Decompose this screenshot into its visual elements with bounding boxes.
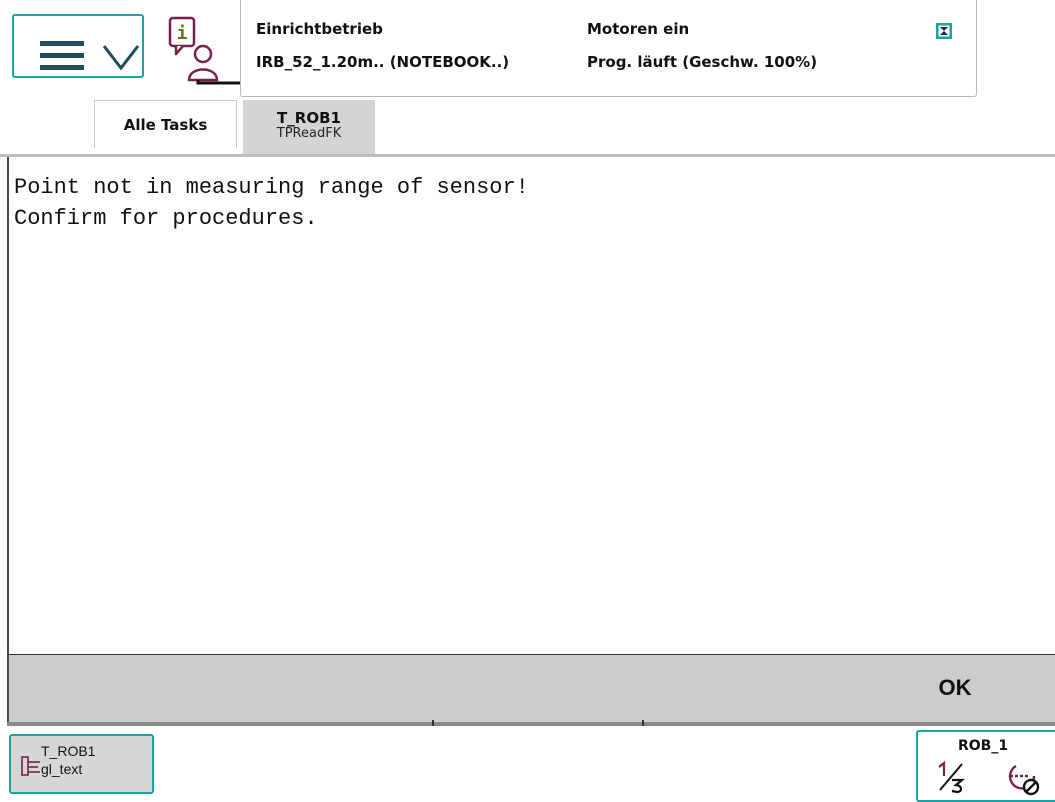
operating-mode: Einrichtbetrieb: [256, 20, 383, 38]
button-bar: [7, 654, 1055, 722]
task-selector-button[interactable]: T_ROB1 gl_text: [9, 734, 154, 794]
program-state: Prog. läuft (Geschw. 100%): [587, 53, 818, 71]
message-area: Point not in measuring range of sensor! …: [7, 157, 1055, 654]
main-menu-button[interactable]: [12, 14, 144, 78]
mechanical-unit-button[interactable]: ROB_1: [916, 730, 1055, 802]
button-divider: [642, 720, 644, 726]
motor-state: Motoren ein: [587, 20, 690, 38]
status-panel[interactable]: Einrichtbetrieb IRB_52_1.20m.. (NOTEBOOK…: [240, 0, 977, 97]
svg-text:i: i: [177, 23, 188, 44]
message-line: Point not in measuring range of sensor!: [14, 175, 529, 200]
task-program-icon: [21, 756, 40, 776]
ok-button[interactable]: OK: [900, 654, 1010, 722]
program-status-icon: [936, 23, 952, 39]
info-user-icon[interactable]: i: [162, 14, 236, 84]
system-name: IRB_52_1.20m.. (NOTEBOOK..): [256, 53, 510, 71]
increment-fraction-icon: [938, 760, 966, 794]
button-bar-bottom: [7, 722, 1055, 726]
mechanical-unit-label: ROB_1: [958, 738, 1009, 754]
task-routine: gl_text: [41, 761, 83, 777]
hamburger-icon: [40, 41, 84, 71]
task-name: T_ROB1: [41, 743, 96, 759]
tab-t-rob1[interactable]: T_ROB1 TPReadFK: [243, 100, 375, 154]
tab-title: T_ROB1: [277, 109, 341, 127]
chevron-down-icon: [102, 45, 140, 71]
tab-all-tasks[interactable]: Alle Tasks: [94, 100, 237, 148]
message-line: Confirm for procedures.: [14, 206, 318, 231]
tool-disabled-icon: [1008, 764, 1040, 796]
button-divider: [432, 720, 434, 726]
tab-subtitle: TPReadFK: [276, 126, 342, 141]
